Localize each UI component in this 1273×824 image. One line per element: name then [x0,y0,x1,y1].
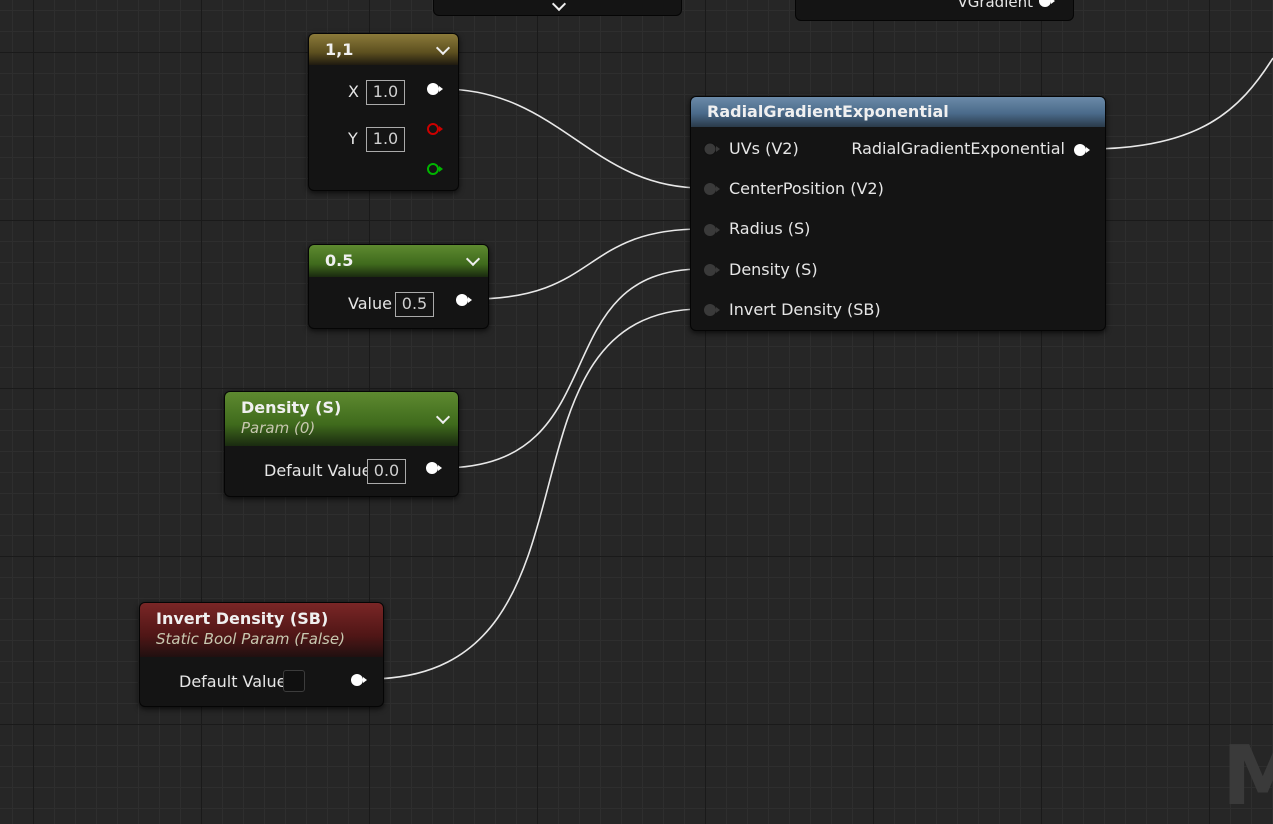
node-title: 1,1 [325,40,354,59]
wire-output-offscreen [1087,57,1273,150]
node-header[interactable]: Invert Density (SB) Static Bool Param (F… [140,603,383,657]
output-pin-white[interactable] [1073,143,1091,157]
node-header[interactable]: RadialGradientExponential [691,97,1105,127]
default-value-checkbox[interactable] [283,670,305,692]
wire-scalar-to-radius [471,228,703,300]
partial-node-top-right[interactable]: VGradient [795,0,1074,21]
radial-gradient-exponential-node[interactable]: RadialGradientExponential UVs (V2) Cente… [690,96,1106,331]
vector2-constant-node[interactable]: 1,1 X 1.0 Y 1.0 [308,33,459,191]
input-label-density: Density (S) [729,260,818,279]
node-header[interactable]: 0.5 [309,245,488,277]
input-pin-density[interactable] [703,263,721,277]
input-pin-centerposition[interactable] [703,182,721,196]
partial-node-top-left[interactable] [433,0,682,16]
value-field[interactable]: 0.5 [395,292,434,317]
y-label: Y [348,129,358,148]
y-value-field[interactable]: 1.0 [366,127,405,152]
default-value-label: Default Value [264,461,372,480]
input-label-invertdensity: Invert Density (SB) [729,300,881,319]
node-header[interactable]: Density (S) Param (0) [225,392,458,446]
x-label: X [348,82,359,101]
vgradient-output-label: VGradient [957,0,1033,11]
input-pin-invertdensity[interactable] [703,303,721,317]
input-label-centerposition: CenterPosition (V2) [729,179,884,198]
output-label: RadialGradientExponential [851,139,1065,158]
output-pin-red[interactable] [426,122,444,136]
node-title: 0.5 [325,251,354,270]
input-label-uvs: UVs (V2) [729,139,799,158]
output-pin-white[interactable] [426,82,444,96]
node-subtitle: Param (0) [241,419,316,437]
output-pin-white[interactable] [455,293,473,307]
output-pin-white[interactable] [350,673,368,687]
input-pin-radius[interactable] [703,223,721,237]
node-subtitle: Static Bool Param (False) [156,630,345,648]
node-title: Invert Density (SB) [156,609,329,628]
density-param-node[interactable]: Density (S) Param (0) Default Value 0.0 [224,391,459,497]
chevron-down-icon[interactable] [465,251,481,267]
default-value-label: Default Value [179,672,287,691]
chevron-down-icon[interactable] [551,0,567,12]
value-label: Value [348,294,392,313]
material-graph-canvas[interactable]: VGradient 1,1 X 1.0 Y 1.0 0.5 Value 0.5 … [0,0,1273,818]
x-value-field[interactable]: 1.0 [366,80,405,105]
vgradient-output-pin[interactable] [1038,0,1056,8]
node-title: RadialGradientExponential [707,102,949,121]
invert-density-node[interactable]: Invert Density (SB) Static Bool Param (F… [139,602,384,707]
input-pin-uvs[interactable] [703,142,721,156]
wire-vector-to-centerposition [441,88,703,189]
scalar-constant-node[interactable]: 0.5 Value 0.5 [308,244,489,329]
output-pin-white[interactable] [425,461,443,475]
default-value-field[interactable]: 0.0 [367,459,406,484]
graph-type-watermark: M [1222,729,1273,824]
node-title: Density (S) [241,398,342,417]
node-header[interactable]: 1,1 [309,34,458,65]
output-pin-green[interactable] [426,162,444,176]
chevron-down-icon[interactable] [435,40,451,55]
input-label-radius: Radius (S) [729,219,811,238]
